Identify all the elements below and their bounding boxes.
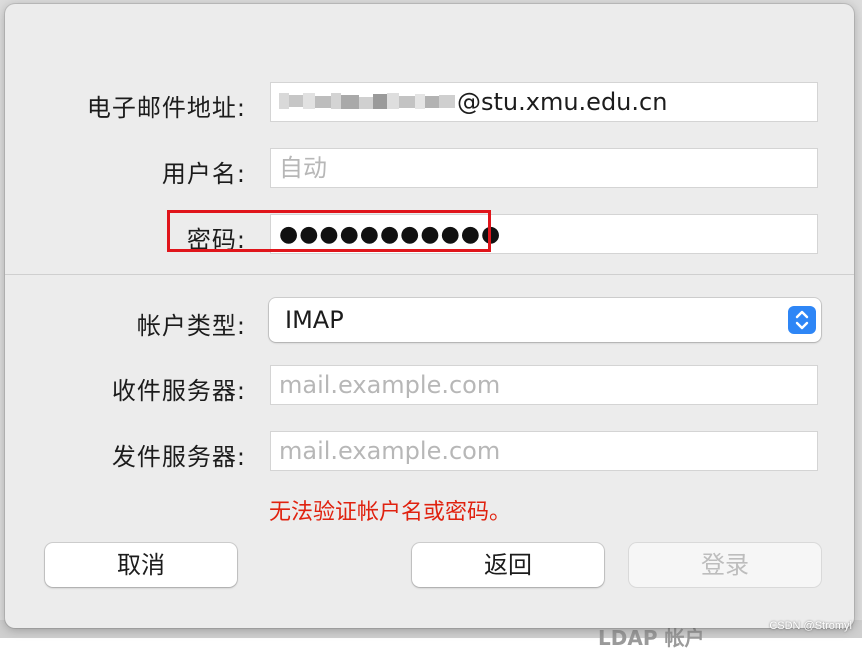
watermark: CSDN @Stromyl: [769, 620, 852, 632]
email-domain-text: @stu.xmu.edu.cn: [457, 88, 668, 116]
username-label: 用户名:: [161, 160, 246, 188]
outgoing-server-placeholder: mail.example.com: [279, 437, 501, 465]
email-field[interactable]: @stu.xmu.edu.cn: [270, 82, 818, 122]
account-setup-sheet: 电子邮件地址: @stu.xmu.edu.cn 用户名: 自动 密码: ●●●●…: [5, 4, 854, 628]
cancel-button[interactable]: 取消: [45, 543, 237, 587]
password-dots: ●●●●●●●●●●●: [279, 222, 502, 247]
incoming-server-placeholder: mail.example.com: [279, 371, 501, 399]
redacted-email-mask: [279, 93, 455, 109]
error-message: 无法验证帐户名或密码。: [269, 500, 512, 525]
outgoing-server-label: 发件服务器:: [111, 443, 246, 471]
account-type-label: 帐户类型:: [136, 312, 246, 340]
chevron-up-down-icon[interactable]: [788, 306, 816, 334]
password-label: 密码:: [186, 226, 246, 254]
username-field[interactable]: 自动: [270, 148, 818, 188]
back-button[interactable]: 返回: [412, 543, 604, 587]
account-type-select[interactable]: IMAP: [269, 298, 821, 342]
incoming-server-label: 收件服务器:: [111, 377, 246, 405]
outgoing-server-field[interactable]: mail.example.com: [270, 431, 818, 471]
incoming-server-field[interactable]: mail.example.com: [270, 365, 818, 405]
password-field[interactable]: ●●●●●●●●●●●: [270, 214, 818, 254]
account-type-value: IMAP: [285, 306, 344, 334]
username-placeholder: 自动: [279, 154, 327, 182]
login-button[interactable]: 登录: [629, 543, 821, 587]
email-label: 电子邮件地址:: [86, 94, 246, 122]
section-divider: [5, 274, 854, 275]
